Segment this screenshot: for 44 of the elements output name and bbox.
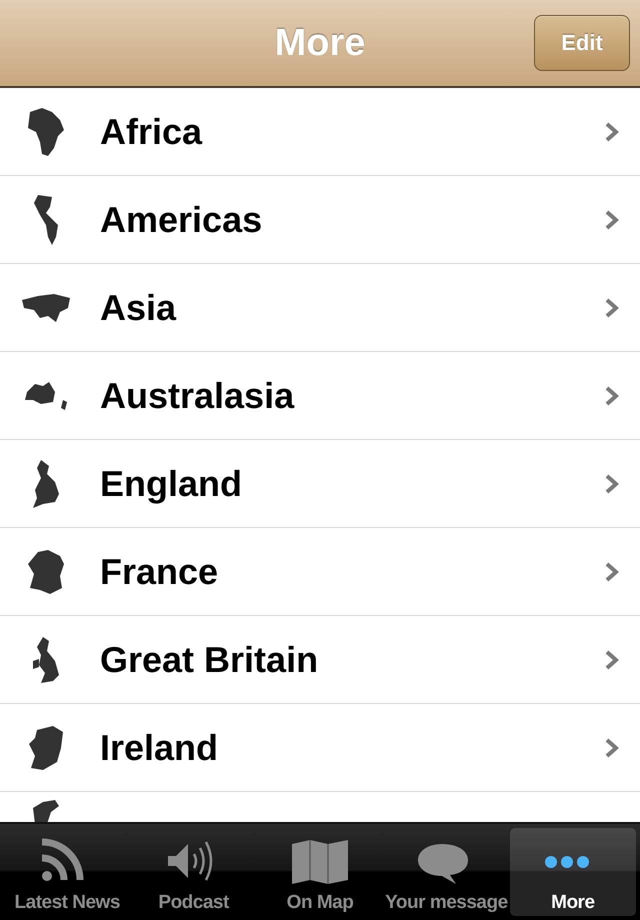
list-row[interactable]: France [0,528,640,616]
nav-title: More [274,22,366,64]
row-label: Asia [100,286,178,328]
chevron-icon [604,560,620,582]
region-map-icon [28,550,64,594]
chevron-icon [604,120,620,142]
tab-item[interactable]: On Map [256,828,384,916]
region-map-icon [28,108,64,156]
region-map-icon [29,726,63,770]
list-row[interactable]: Great Britain [0,616,640,704]
folded-map-icon [292,839,348,885]
list-row[interactable]: Americas [0,176,640,264]
row-label: Americas [100,198,264,240]
chevron-icon [604,648,620,670]
tab-item[interactable]: Your message [383,828,510,916]
chevron-icon [604,736,620,758]
region-map-icon [34,194,58,244]
list-row[interactable]: Africa [0,88,640,176]
speech-bubble-icon [418,844,468,884]
region-map-icon [33,460,59,508]
chevron-icon [604,208,620,230]
region-map-icon [25,382,67,410]
row-label: Ireland [100,726,220,768]
row-label: England [100,462,243,504]
list-row[interactable]: Ireland [0,704,640,792]
chevron-icon [604,472,620,494]
region-map-icon [22,294,70,322]
tab-item[interactable]: Latest News [4,828,130,916]
speaker-icon [168,840,212,882]
region-map-icon [33,800,59,822]
row-label: Great Britain [100,638,320,680]
chevron-icon [604,384,620,406]
chevron-icon [604,296,620,318]
list-row[interactable]: Australasia [0,352,640,440]
tab-item[interactable]: More [510,828,636,916]
region-map-icon [33,636,59,682]
row-label: Australasia [100,374,296,416]
more-dots-icon [544,856,589,868]
row-label: France [100,550,220,592]
row-label: Africa [100,110,204,152]
list-row[interactable]: Asia [0,264,640,352]
rss-icon [42,838,84,881]
tab-item[interactable]: Podcast [130,828,257,916]
list-row[interactable]: England [0,440,640,528]
